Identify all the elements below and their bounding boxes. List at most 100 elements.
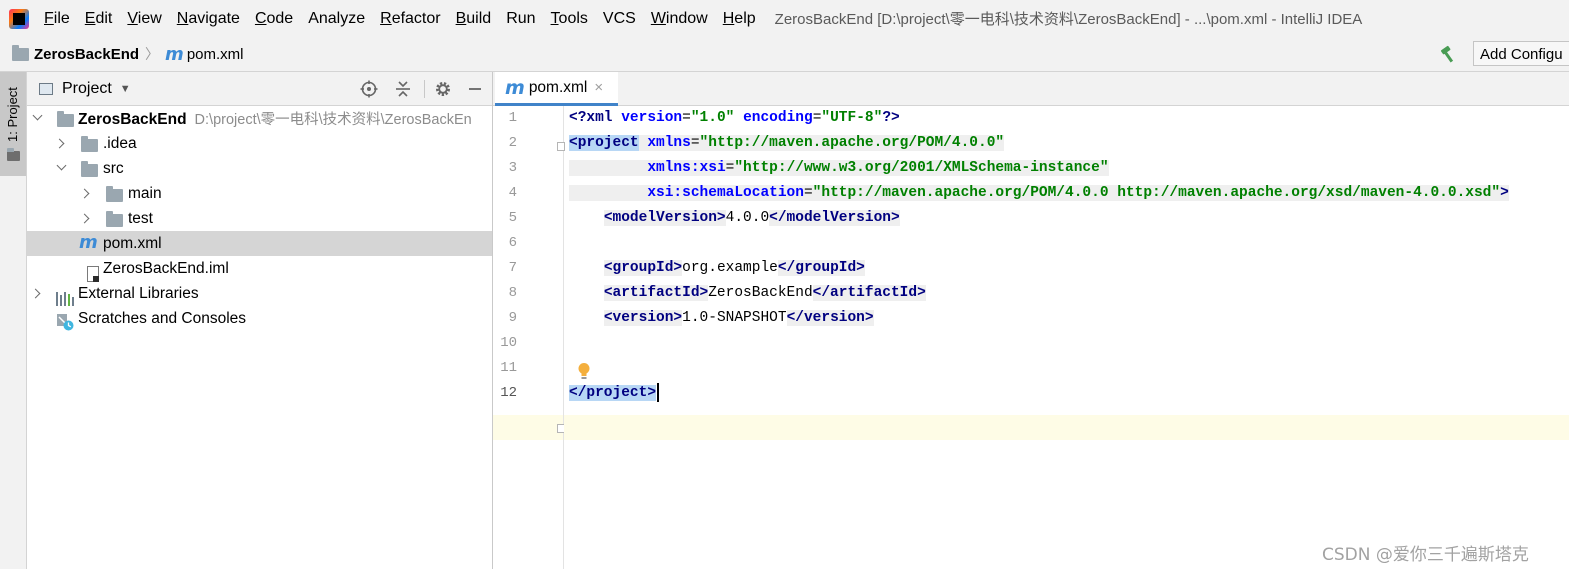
tab-pom-xml[interactable]: m pom.xml × (495, 72, 618, 106)
project-view-selector[interactable]: Project (62, 80, 112, 98)
tree-item-pom[interactable]: m pom.xml (27, 231, 492, 256)
tree-item-main-label: main (128, 184, 162, 202)
breadcrumb-file-label: pom.xml (186, 45, 244, 63)
tree-item-scratches[interactable]: Scratches and Consoles (27, 306, 492, 331)
line-number: 11 (500, 360, 517, 376)
tree-item-root-label: ZerosBackEnd D:\project\零一电科\技术资料\ZerosBa… (78, 111, 472, 128)
minimize-icon[interactable] (465, 79, 485, 99)
current-line-gutter-highlight (493, 415, 563, 440)
line-number: 8 (508, 285, 517, 301)
tree-item-iml-label: ZerosBackEnd.iml (103, 259, 229, 277)
line-number: 12 (500, 385, 517, 401)
scratches-icon (56, 313, 74, 331)
menu-mnemonic: N (176, 9, 189, 27)
project-folder-icon (12, 44, 29, 61)
module-folder-icon (57, 111, 74, 127)
menu-mnemonic: T (550, 9, 559, 27)
menu-help[interactable]: Help (723, 10, 756, 28)
menu-build[interactable]: Build (456, 10, 492, 28)
project-tool-window: Project ▼ ZerosBackEnd D:\project\零一电科\技术… (27, 72, 493, 569)
line-number: 1 (508, 110, 517, 126)
tree-item-main[interactable]: main (27, 181, 492, 206)
line-number: 7 (508, 260, 517, 276)
chevron-down-icon[interactable] (33, 113, 43, 123)
breadcrumb-file[interactable]: m pom.xml (165, 44, 243, 65)
menu-analyze[interactable]: Analyze (308, 10, 365, 28)
watermark: CSDN @爱你三千遍斯塔克 (1322, 545, 1529, 565)
locate-file-icon[interactable] (359, 79, 379, 99)
code-line-12: </project> (569, 381, 660, 406)
menu-label: efactor (391, 9, 441, 27)
chevron-right-icon[interactable] (55, 139, 65, 149)
menu-window[interactable]: Window (651, 10, 708, 28)
add-configuration-button[interactable]: Add Configu (1473, 41, 1569, 66)
tree-item-external-libraries[interactable]: External Libraries (27, 281, 492, 306)
chevron-right-icon[interactable] (80, 214, 90, 224)
menu-label: dit (95, 9, 113, 27)
chevron-right-icon[interactable] (80, 189, 90, 199)
tree-item-test[interactable]: test (27, 206, 492, 231)
code-line-7: <groupId>org.example</groupId> (603, 260, 865, 276)
current-line-highlight (564, 415, 1569, 440)
left-tool-stripe: 1: Project (0, 72, 27, 569)
folder-icon (106, 186, 123, 202)
tree-item-root[interactable]: ZerosBackEnd D:\project\零一电科\技术资料\ZerosBa… (27, 106, 492, 131)
code-line-4: xsi:schemaLocation="http://maven.apache.… (569, 181, 1509, 206)
breadcrumb-separator: 〉 (145, 46, 160, 62)
project-tree: ZerosBackEnd D:\project\零一电科\技术资料\ZerosBa… (27, 106, 492, 331)
chevron-down-icon[interactable] (57, 163, 67, 173)
menu-navigate[interactable]: Navigate (177, 10, 240, 28)
maven-icon: m (165, 43, 184, 65)
menu-vcs[interactable]: VCS (603, 10, 636, 28)
code-line-3: xmlns:xsi="http://www.w3.org/2001/XMLSch… (569, 156, 1109, 181)
breadcrumb-project[interactable]: ZerosBackEnd (12, 44, 140, 63)
menu-mnemonic: W (650, 9, 666, 27)
line-number: 3 (508, 160, 517, 176)
breadcrumb-project-label: ZerosBackEnd (34, 45, 140, 63)
line-number: 2 (508, 135, 517, 151)
menu-label: ode (266, 9, 294, 27)
code-line-1: <?xml version="1.0" encoding="UTF-8"?> (569, 110, 900, 126)
tree-item-idea-label: .idea (103, 134, 137, 152)
chevron-down-icon[interactable]: ▼ (120, 83, 131, 95)
tab-label: pom.xml (528, 78, 588, 96)
window-title: ZerosBackEnd [D:\project\零一电科\技术资料\Zeros… (774, 11, 1363, 28)
menu-mnemonic: V (127, 9, 138, 27)
folder-icon (106, 211, 123, 227)
project-tool-window-label: 1: Project (5, 87, 20, 142)
menu-code[interactable]: Code (255, 10, 293, 28)
menu-refactor[interactable]: Refactor (380, 10, 440, 28)
project-view-icon (39, 82, 53, 95)
library-icon (56, 291, 74, 306)
menu-mnemonic: C (254, 9, 267, 27)
menu-label: elp (734, 9, 756, 27)
menu-edit[interactable]: Edit (85, 10, 113, 28)
close-icon[interactable]: × (594, 79, 603, 96)
text-caret (657, 382, 660, 402)
intention-bulb-icon[interactable] (577, 362, 591, 380)
gear-icon[interactable] (433, 79, 453, 99)
tree-item-iml[interactable]: ZerosBackEnd.iml (27, 256, 492, 282)
code-editor[interactable]: <?xml version="1.0" encoding="UTF-8"?> <… (564, 106, 1569, 569)
line-number: 4 (508, 185, 517, 201)
menu-mnemonic: F (44, 9, 54, 27)
tree-item-src[interactable]: src (27, 156, 492, 181)
code-line-5: <modelVersion>4.0.0</modelVersion> (603, 210, 900, 226)
menu-tools[interactable]: Tools (551, 10, 588, 28)
project-tool-window-button[interactable]: 1: Project (0, 72, 26, 176)
menu-label: ile (53, 9, 70, 27)
toolbar-divider (424, 80, 425, 98)
menu-label: Analyze (308, 9, 366, 27)
build-hammer-icon[interactable] (1439, 45, 1459, 63)
menu-file[interactable]: File (44, 10, 70, 28)
menu-view[interactable]: View (127, 10, 161, 28)
maven-icon: m (79, 232, 98, 253)
collapse-all-icon[interactable] (393, 79, 413, 99)
chevron-right-icon[interactable] (31, 289, 41, 299)
line-number: 5 (508, 210, 517, 226)
tree-item-pom-label: pom.xml (103, 234, 162, 252)
menu-run[interactable]: Run (506, 10, 535, 28)
menu-label: VCS (602, 9, 636, 27)
tree-item-idea[interactable]: .idea (27, 131, 492, 156)
stripe-folder-icon (7, 148, 20, 161)
